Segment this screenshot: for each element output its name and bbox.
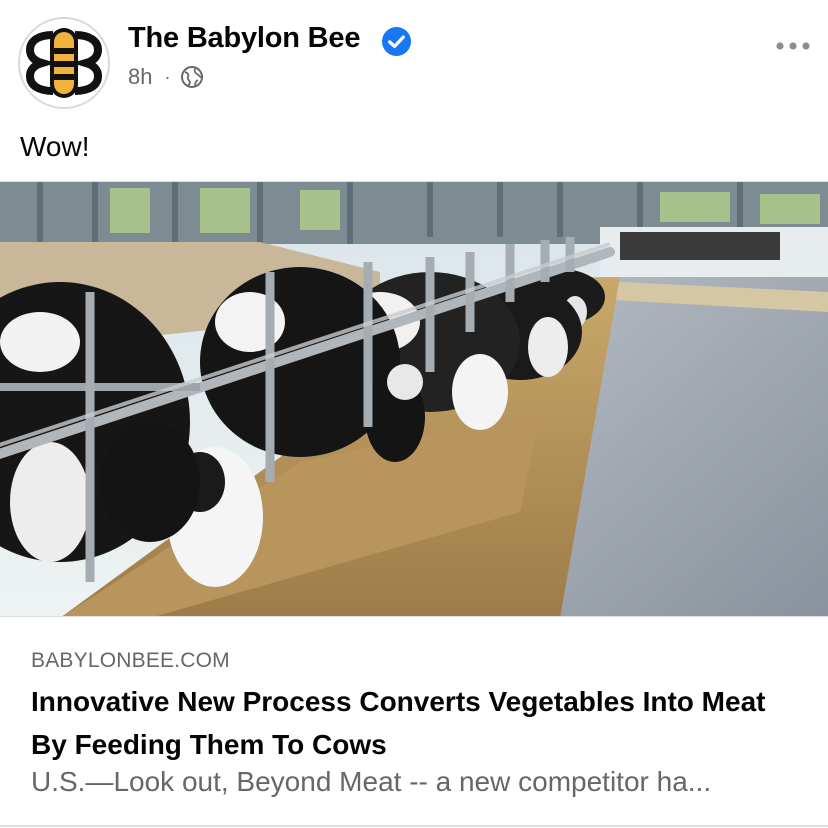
page-avatar[interactable] <box>18 17 110 109</box>
link-headline[interactable]: Innovative New Process Converts Vegetabl… <box>31 680 801 766</box>
cows-feeding-photo <box>0 182 828 616</box>
link-preview-image[interactable] <box>0 181 828 617</box>
babylon-bee-logo-icon <box>20 19 108 107</box>
link-domain: BABYLONBEE.COM <box>31 649 230 672</box>
link-info[interactable]: BABYLONBEE.COM Innovative New Process Co… <box>0 617 828 828</box>
post-message: Wow! <box>20 131 90 162</box>
post-timestamp[interactable]: 8h <box>128 64 152 90</box>
meta-separator: · <box>164 66 171 87</box>
verified-badge-icon <box>381 26 412 57</box>
post-header: The Babylon Bee 8h · <box>0 0 828 120</box>
more-options-icon[interactable] <box>774 36 814 56</box>
globe-icon[interactable] <box>180 65 204 89</box>
link-preview-card[interactable]: BABYLONBEE.COM Innovative New Process Co… <box>0 181 828 828</box>
link-description: U.S.—Look out, Beyond Meat -- a new comp… <box>31 766 712 797</box>
page-name[interactable]: The Babylon Bee <box>128 22 360 55</box>
card-divider <box>0 825 828 827</box>
post-meta: 8h · <box>128 62 204 92</box>
